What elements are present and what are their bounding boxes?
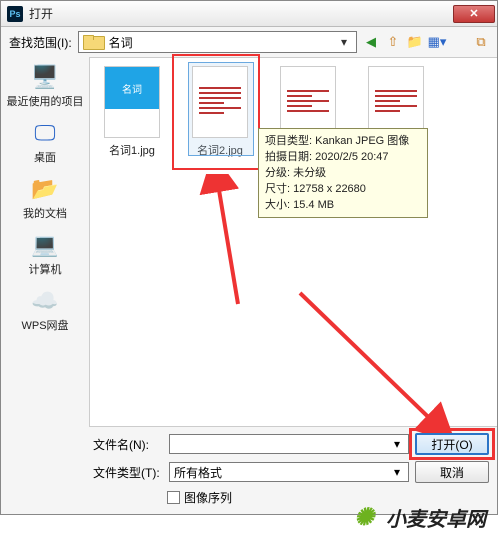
- close-button[interactable]: ✕: [453, 5, 495, 23]
- titlebar: Ps 打开 ✕: [1, 1, 497, 27]
- tooltip-label: 拍摄日期:: [265, 151, 315, 163]
- toolbar-icons: ◀ ⇧ 📁 ▦▾ ⧉: [363, 34, 489, 50]
- file-tooltip: 项目类型: Kankan JPEG 图像 拍摄日期: 2020/2/5 20:4…: [258, 128, 428, 218]
- file-thumbnail: [104, 66, 160, 138]
- watermark-text: 小麦安卓网: [386, 503, 486, 532]
- computer-icon: 💻: [28, 231, 62, 259]
- file-thumbnail: [192, 66, 248, 138]
- view-menu-icon[interactable]: ▦▾: [429, 34, 445, 50]
- place-wps[interactable]: ☁️ WPS网盘: [3, 287, 87, 333]
- up-icon[interactable]: ⇧: [385, 34, 401, 50]
- back-icon[interactable]: ◀: [363, 34, 379, 50]
- file-name: 名词1.jpg: [94, 142, 170, 158]
- desktop-icon: 🖵: [28, 119, 62, 147]
- file-item[interactable]: 名词1.jpg: [94, 66, 170, 158]
- filetype-value: 所有格式: [174, 464, 390, 481]
- documents-icon: 📂: [28, 175, 62, 203]
- annotation-arrow-1: [198, 174, 258, 314]
- file-item-selected[interactable]: 名词2.jpg: [182, 66, 258, 158]
- lookin-value: 名词: [109, 34, 336, 51]
- filetype-label: 文件类型(T):: [93, 464, 163, 481]
- image-sequence-checkbox[interactable]: [167, 491, 180, 504]
- open-dialog: Ps 打开 ✕ 查找范围(I): 名词 ▾ ◀ ⇧ 📁 ▦▾ ⧉ 🖥️ 最近使用…: [0, 0, 498, 515]
- file-list[interactable]: 名词1.jpg 名词2.jpg .jpg: [89, 57, 497, 427]
- lookin-row: 查找范围(I): 名词 ▾ ◀ ⇧ 📁 ▦▾ ⧉: [1, 27, 497, 57]
- watermark-icon: ✺: [348, 504, 380, 532]
- filename-label: 文件名(N):: [93, 436, 163, 453]
- body: 🖥️ 最近使用的项目 🖵 桌面 📂 我的文档 💻 计算机 ☁️ WPS网盘: [1, 57, 497, 427]
- new-folder-icon[interactable]: 📁: [407, 34, 423, 50]
- place-label: WPS网盘: [3, 317, 87, 333]
- place-recent[interactable]: 🖥️ 最近使用的项目: [3, 63, 87, 109]
- place-documents[interactable]: 📂 我的文档: [3, 175, 87, 221]
- spacer-icon: [451, 34, 467, 50]
- tooltip-value: 15.4 MB: [293, 199, 334, 211]
- tooltip-label: 尺寸:: [265, 183, 293, 195]
- window-title: 打开: [29, 5, 453, 22]
- app-icon: Ps: [7, 6, 23, 22]
- tooltip-value: 未分级: [293, 167, 326, 179]
- open-button[interactable]: 打开(O): [415, 433, 489, 455]
- tooltip-label: 分级:: [265, 167, 293, 179]
- place-desktop[interactable]: 🖵 桌面: [3, 119, 87, 165]
- tooltip-value: 12758 x 22680: [293, 183, 366, 195]
- help-icon[interactable]: ⧉: [473, 34, 489, 50]
- chevron-down-icon: ▾: [336, 35, 352, 49]
- file-name: 名词2.jpg: [182, 142, 258, 158]
- place-label: 最近使用的项目: [3, 93, 87, 109]
- place-label: 桌面: [3, 149, 87, 165]
- place-label: 计算机: [3, 261, 87, 277]
- filetype-combo[interactable]: 所有格式 ▾: [169, 462, 409, 482]
- tooltip-label: 大小:: [265, 199, 293, 211]
- place-computer[interactable]: 💻 计算机: [3, 231, 87, 277]
- places-bar: 🖥️ 最近使用的项目 🖵 桌面 📂 我的文档 💻 计算机 ☁️ WPS网盘: [1, 57, 89, 427]
- tooltip-label: 项目类型:: [265, 135, 315, 147]
- lookin-label: 查找范围(I):: [9, 34, 72, 51]
- wps-cloud-icon: ☁️: [28, 287, 62, 315]
- cancel-button[interactable]: 取消: [415, 461, 489, 483]
- tooltip-value: Kankan JPEG 图像: [315, 135, 409, 147]
- image-sequence-label: 图像序列: [184, 489, 232, 506]
- bottom-panel: 文件名(N): ▾ 打开(O) 文件类型(T): 所有格式 ▾ 取消 图像序列: [1, 427, 497, 514]
- filename-input[interactable]: ▾: [169, 434, 409, 454]
- tooltip-value: 2020/2/5 20:47: [315, 151, 388, 163]
- lookin-combo[interactable]: 名词 ▾: [78, 31, 357, 53]
- chevron-down-icon: ▾: [390, 465, 404, 479]
- chevron-down-icon: ▾: [390, 437, 404, 451]
- recent-icon: 🖥️: [28, 63, 62, 91]
- watermark: ✺ 小麦安卓网: [348, 503, 486, 532]
- folder-icon: [83, 34, 103, 50]
- place-label: 我的文档: [3, 205, 87, 221]
